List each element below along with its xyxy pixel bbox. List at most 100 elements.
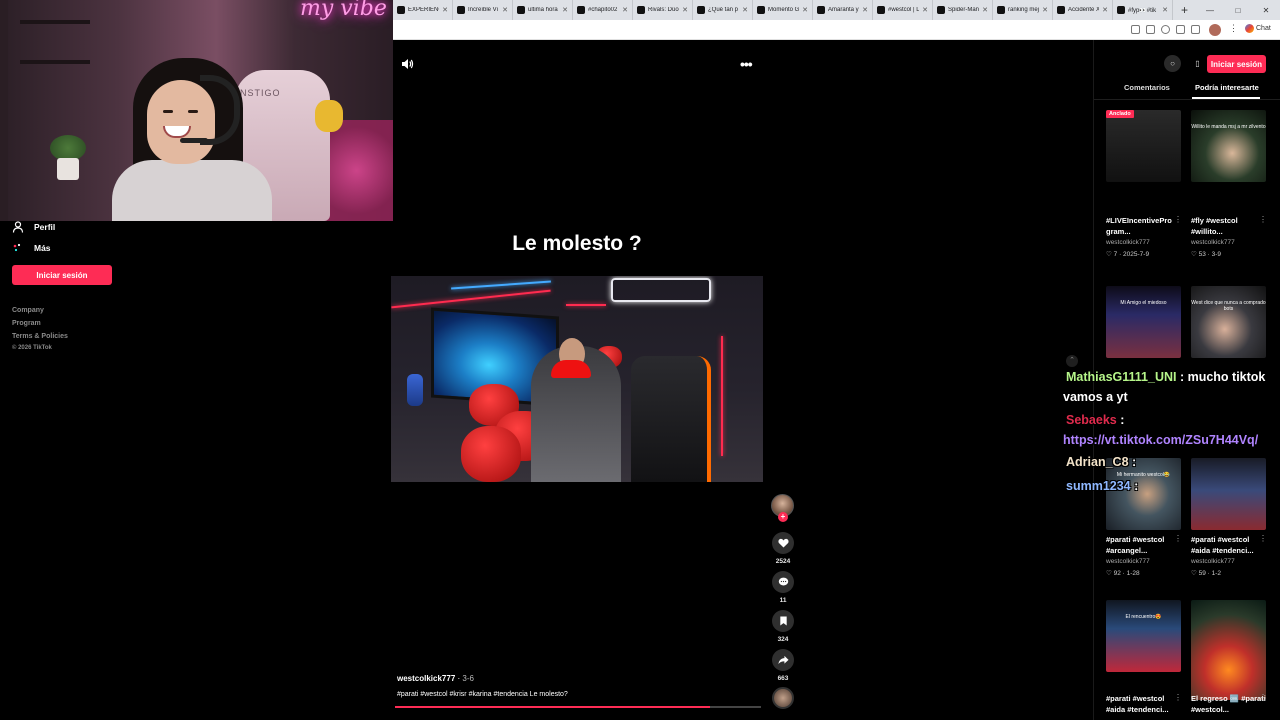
video-caption: #parati #westcol #krisr #karina #tendenc… <box>397 691 568 698</box>
browser-tab[interactable]: #westcol | L ✕ <box>873 0 933 20</box>
heart-outline-icon: ♡ <box>1191 570 1199 577</box>
follow-plus-icon[interactable]: + <box>778 512 788 522</box>
video-player[interactable] <box>391 276 763 482</box>
tab-comentarios[interactable]: Comentarios <box>1124 83 1170 92</box>
browser-tab[interactable]: EXPERIENCI✕ <box>393 0 453 20</box>
video-card-date: 3-9 <box>1211 251 1222 258</box>
share-button[interactable] <box>772 649 794 671</box>
chat-text: vamos a yt <box>1063 390 1128 404</box>
header-login-button[interactable]: Iniciar sesión <box>1207 55 1266 73</box>
video-thumbnail[interactable]: West dice que nunca a comprado bots <box>1191 286 1266 358</box>
more-options-icon[interactable]: ••• <box>740 56 753 72</box>
tab-podria-interesarte[interactable]: Podría interesarte <box>1195 83 1259 92</box>
bookmark-star-icon[interactable] <box>1161 25 1170 34</box>
comment-button[interactable] <box>772 571 794 593</box>
video-card-date: 1-2 <box>1211 570 1222 577</box>
sidebar-item-mas[interactable]: Más <box>12 242 51 254</box>
footer-link-terms[interactable]: Terms & Policies <box>12 333 68 340</box>
translate-icon[interactable] <box>1146 25 1155 34</box>
browser-tab[interactable]: Momento G ✕ <box>753 0 813 20</box>
browser-menu-icon[interactable]: ⋮ <box>1229 23 1238 34</box>
footer-link-company[interactable]: Company <box>12 307 44 314</box>
browser-tab[interactable]: #chapito02 ✕ <box>573 0 633 20</box>
video-card-more-icon[interactable]: ⋮ <box>1174 215 1182 224</box>
video-thumbnail[interactable]: El rencuentro😍 <box>1106 600 1181 672</box>
like-button[interactable] <box>772 532 794 554</box>
browser-tab[interactable]: Rivals: Dúo ✕ <box>633 0 693 20</box>
close-tab-icon[interactable]: ✕ <box>802 6 808 14</box>
share-arrow-icon <box>777 655 789 665</box>
browser-tab[interactable]: ¿Qué tan p ✕ <box>693 0 753 20</box>
device-icon[interactable]: ▯ <box>1189 55 1206 72</box>
close-tab-icon[interactable]: ✕ <box>562 6 568 14</box>
bookmark-icon <box>779 616 787 626</box>
browser-tab-strip: EXPERIENCI✕Increíble Vi✕ultima hora✕#cha… <box>393 0 1280 20</box>
close-window-icon[interactable]: ✕ <box>1252 6 1280 15</box>
close-tab-icon[interactable]: ✕ <box>922 6 928 14</box>
new-tab-button[interactable]: + <box>1173 3 1196 17</box>
browser-tab[interactable]: Accidente X ✕ <box>1053 0 1113 20</box>
video-card-more-icon[interactable]: ⋮ <box>1259 215 1267 224</box>
close-tab-icon[interactable]: ✕ <box>862 6 868 14</box>
close-tab-icon[interactable]: ✕ <box>742 6 748 14</box>
browser-tab[interactable]: Increíble Vi ✕ <box>453 0 513 20</box>
close-tab-icon[interactable]: ✕ <box>1042 6 1048 14</box>
video-card-more-icon[interactable]: ⋮ <box>1174 534 1182 543</box>
video-card-caption[interactable]: #parati #westcol #aida #tendenci... <box>1106 693 1184 715</box>
video-card-author[interactable]: westcolkick777 <box>1191 558 1235 565</box>
copilot-icon <box>1245 24 1254 33</box>
browser-tab[interactable]: #fyp👀#tik ✕ <box>1113 0 1173 20</box>
video-card-caption[interactable]: #parati #westcol #arcangel... <box>1106 534 1184 556</box>
tiktok-favicon-icon <box>577 6 585 14</box>
close-tab-icon[interactable]: ✕ <box>442 6 448 14</box>
close-tab-icon[interactable]: ✕ <box>982 6 988 14</box>
browser-tab[interactable]: ultima hora ✕ <box>513 0 573 20</box>
close-tab-icon[interactable]: ✕ <box>682 6 688 14</box>
pinned-badge: Anclado <box>1106 110 1134 118</box>
close-tab-icon[interactable]: ✕ <box>1102 6 1108 14</box>
coin-icon[interactable]: ○ <box>1164 55 1181 72</box>
browser-tab[interactable]: ranking mej ✕ <box>993 0 1053 20</box>
video-card-author[interactable]: westcolkick777 <box>1191 239 1235 246</box>
video-card-caption[interactable]: #parati #westcol #aida #tendenci... <box>1191 534 1269 556</box>
footer-link-program[interactable]: Program <box>12 320 41 327</box>
video-thumbnail[interactable]: Willito le manda msj a mr zilvento <box>1191 110 1266 182</box>
maximize-icon[interactable]: □ <box>1224 6 1252 15</box>
video-thumbnail[interactable]: Anclado <box>1106 110 1181 182</box>
video-card-author[interactable]: westcolkick777 <box>1106 239 1150 246</box>
cast-icon[interactable] <box>1131 25 1140 34</box>
sidebar-login-button[interactable]: Iniciar sesión <box>12 265 112 285</box>
video-title: Le molesto ? <box>512 232 642 255</box>
author-name[interactable]: westcolkick777 <box>397 674 455 683</box>
music-disc-icon[interactable] <box>772 687 794 709</box>
video-card-more-icon[interactable]: ⋮ <box>1259 693 1267 702</box>
chevron-up-icon[interactable]: ⌃ <box>1066 355 1078 367</box>
video-card-caption[interactable]: #LIVEIncentivePro gram... <box>1106 215 1184 237</box>
sidebar-icon[interactable] <box>1191 25 1200 34</box>
tiktok-favicon-icon <box>817 6 825 14</box>
sound-icon[interactable] <box>400 57 414 71</box>
video-thumbnail[interactable] <box>1191 600 1266 700</box>
browser-tab-label: ultima hora <box>528 7 558 13</box>
close-tab-icon[interactable]: ✕ <box>622 6 628 14</box>
browser-tab[interactable]: Spider-Man ✕ <box>933 0 993 20</box>
save-button[interactable] <box>772 610 794 632</box>
chat-separator: : <box>1130 479 1139 493</box>
video-card-more-icon[interactable]: ⋮ <box>1174 693 1182 702</box>
browser-tab[interactable]: Amaranta y ✕ <box>813 0 873 20</box>
video-card-date: 1-28 <box>1126 570 1140 577</box>
browser-tab-label: Increíble Vi <box>468 7 498 13</box>
video-card-caption[interactable]: El regreso 🆒 #parati #westcol... <box>1191 693 1269 715</box>
video-thumbnail[interactable]: Mi Amigo el miedoso <box>1106 286 1181 358</box>
profile-avatar[interactable] <box>1209 24 1221 36</box>
video-card-caption[interactable]: #fly #westcol #willito... <box>1191 215 1269 237</box>
sidebar-item-perfil[interactable]: Perfil <box>12 221 55 233</box>
extensions-icon[interactable] <box>1176 25 1185 34</box>
minimize-icon[interactable]: — <box>1196 6 1224 15</box>
close-tab-icon[interactable]: ✕ <box>502 6 508 14</box>
video-thumbnail[interactable] <box>1191 458 1266 530</box>
video-card-more-icon[interactable]: ⋮ <box>1259 534 1267 543</box>
video-card-author[interactable]: westcolkick777 <box>1106 558 1150 565</box>
chat-button[interactable]: Chat <box>1245 24 1271 33</box>
close-tab-icon[interactable]: ✕ <box>1162 6 1168 14</box>
